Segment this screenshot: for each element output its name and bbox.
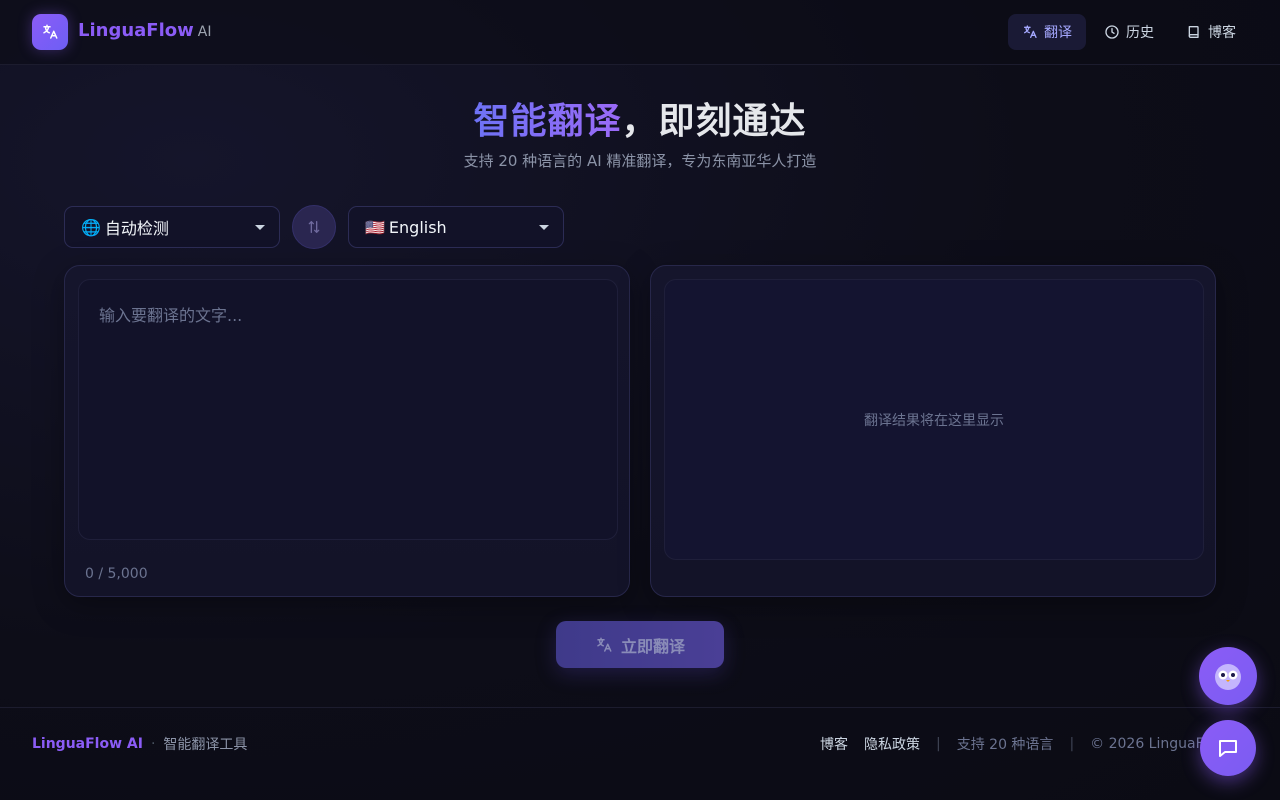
chevron-down-icon [255, 225, 265, 230]
chat-icon [1219, 740, 1237, 757]
title-rest: ，即刻通达 [621, 101, 807, 142]
source-text-input[interactable]: 输入要翻译的文字... [78, 279, 618, 540]
translate-button[interactable]: 立即翻译 [556, 621, 724, 668]
title-highlight: 智能翻译 [473, 101, 622, 142]
translate-icon [1024, 25, 1037, 38]
footer-tagline: 智能翻译工具 [163, 737, 248, 753]
nav-translate-label: 翻译 [1044, 25, 1072, 41]
globe-icon: 🌐 [81, 217, 101, 237]
nav-history-label: 历史 [1126, 25, 1154, 41]
output-placeholder: 翻译结果将在这里显示 [864, 412, 1004, 429]
nav-blog-label: 博客 [1208, 25, 1236, 41]
owl-mascot-icon [1215, 664, 1241, 690]
source-language-label: 自动检测 [104, 219, 169, 238]
brand-name: LinguaFlow [78, 20, 194, 41]
target-language-select[interactable]: 🇺🇸 English [348, 206, 564, 248]
footer-brand[interactable]: LinguaFlow AI [32, 736, 143, 752]
translate-logo-icon [43, 24, 58, 39]
translate-button-label: 立即翻译 [620, 636, 685, 656]
swap-languages-button[interactable] [292, 205, 336, 249]
footer-separator: | [936, 736, 941, 752]
footer-separator: | [1069, 736, 1075, 752]
footer-link-blog[interactable]: 博客 [820, 734, 848, 754]
chevron-down-icon [539, 225, 549, 230]
us-flag-icon: 🇺🇸 [365, 217, 385, 237]
char-counter: 0 / 5,000 [85, 566, 148, 582]
nav-translate[interactable]: 翻译 [1008, 14, 1086, 50]
brand-suffix: AI [197, 24, 212, 40]
main-nav: 翻译 历史 博客 [1008, 14, 1250, 50]
mascot-assistant-button[interactable] [1199, 647, 1257, 705]
footer-dot: · [150, 736, 156, 752]
footer-languages-note: 支持 20 种语言 [956, 737, 1054, 753]
translate-icon [597, 637, 612, 652]
nav-blog[interactable]: 博客 [1172, 14, 1250, 50]
translation-output: 翻译结果将在这里显示 [664, 279, 1204, 560]
clock-icon [1105, 25, 1119, 39]
page-subtitle: 支持 20 种语言的 AI 精准翻译，专为东南亚华人打造 [463, 152, 817, 170]
footer-brand-block: LinguaFlow AI · 智能翻译工具 [32, 734, 247, 754]
result-panel: 翻译结果将在这里显示 [650, 265, 1216, 597]
swap-icon [308, 221, 320, 233]
source-panel: 输入要翻译的文字... 0 / 5,000 [64, 265, 630, 597]
logo[interactable] [32, 14, 68, 50]
source-language-select[interactable]: 🌐 自动检测 [64, 206, 280, 248]
footer-links: 博客 隐私政策 | 支持 20 种语言 | © 2026 LinguaFlow … [820, 734, 1220, 754]
target-language-label: English [388, 217, 447, 237]
nav-history[interactable]: 历史 [1090, 14, 1168, 50]
footer-link-privacy[interactable]: 隐私政策 [864, 734, 920, 754]
brand[interactable]: LinguaFlow AI [78, 20, 211, 41]
page-title: 智能翻译，即刻通达 [0, 92, 1280, 144]
book-icon [1188, 26, 1199, 38]
footer: LinguaFlow AI · 智能翻译工具 博客 隐私政策 | 支持 20 种… [0, 707, 1280, 800]
chat-button[interactable] [1200, 720, 1256, 776]
top-header: LinguaFlow AI 翻译 历史 博客 [0, 0, 1280, 65]
